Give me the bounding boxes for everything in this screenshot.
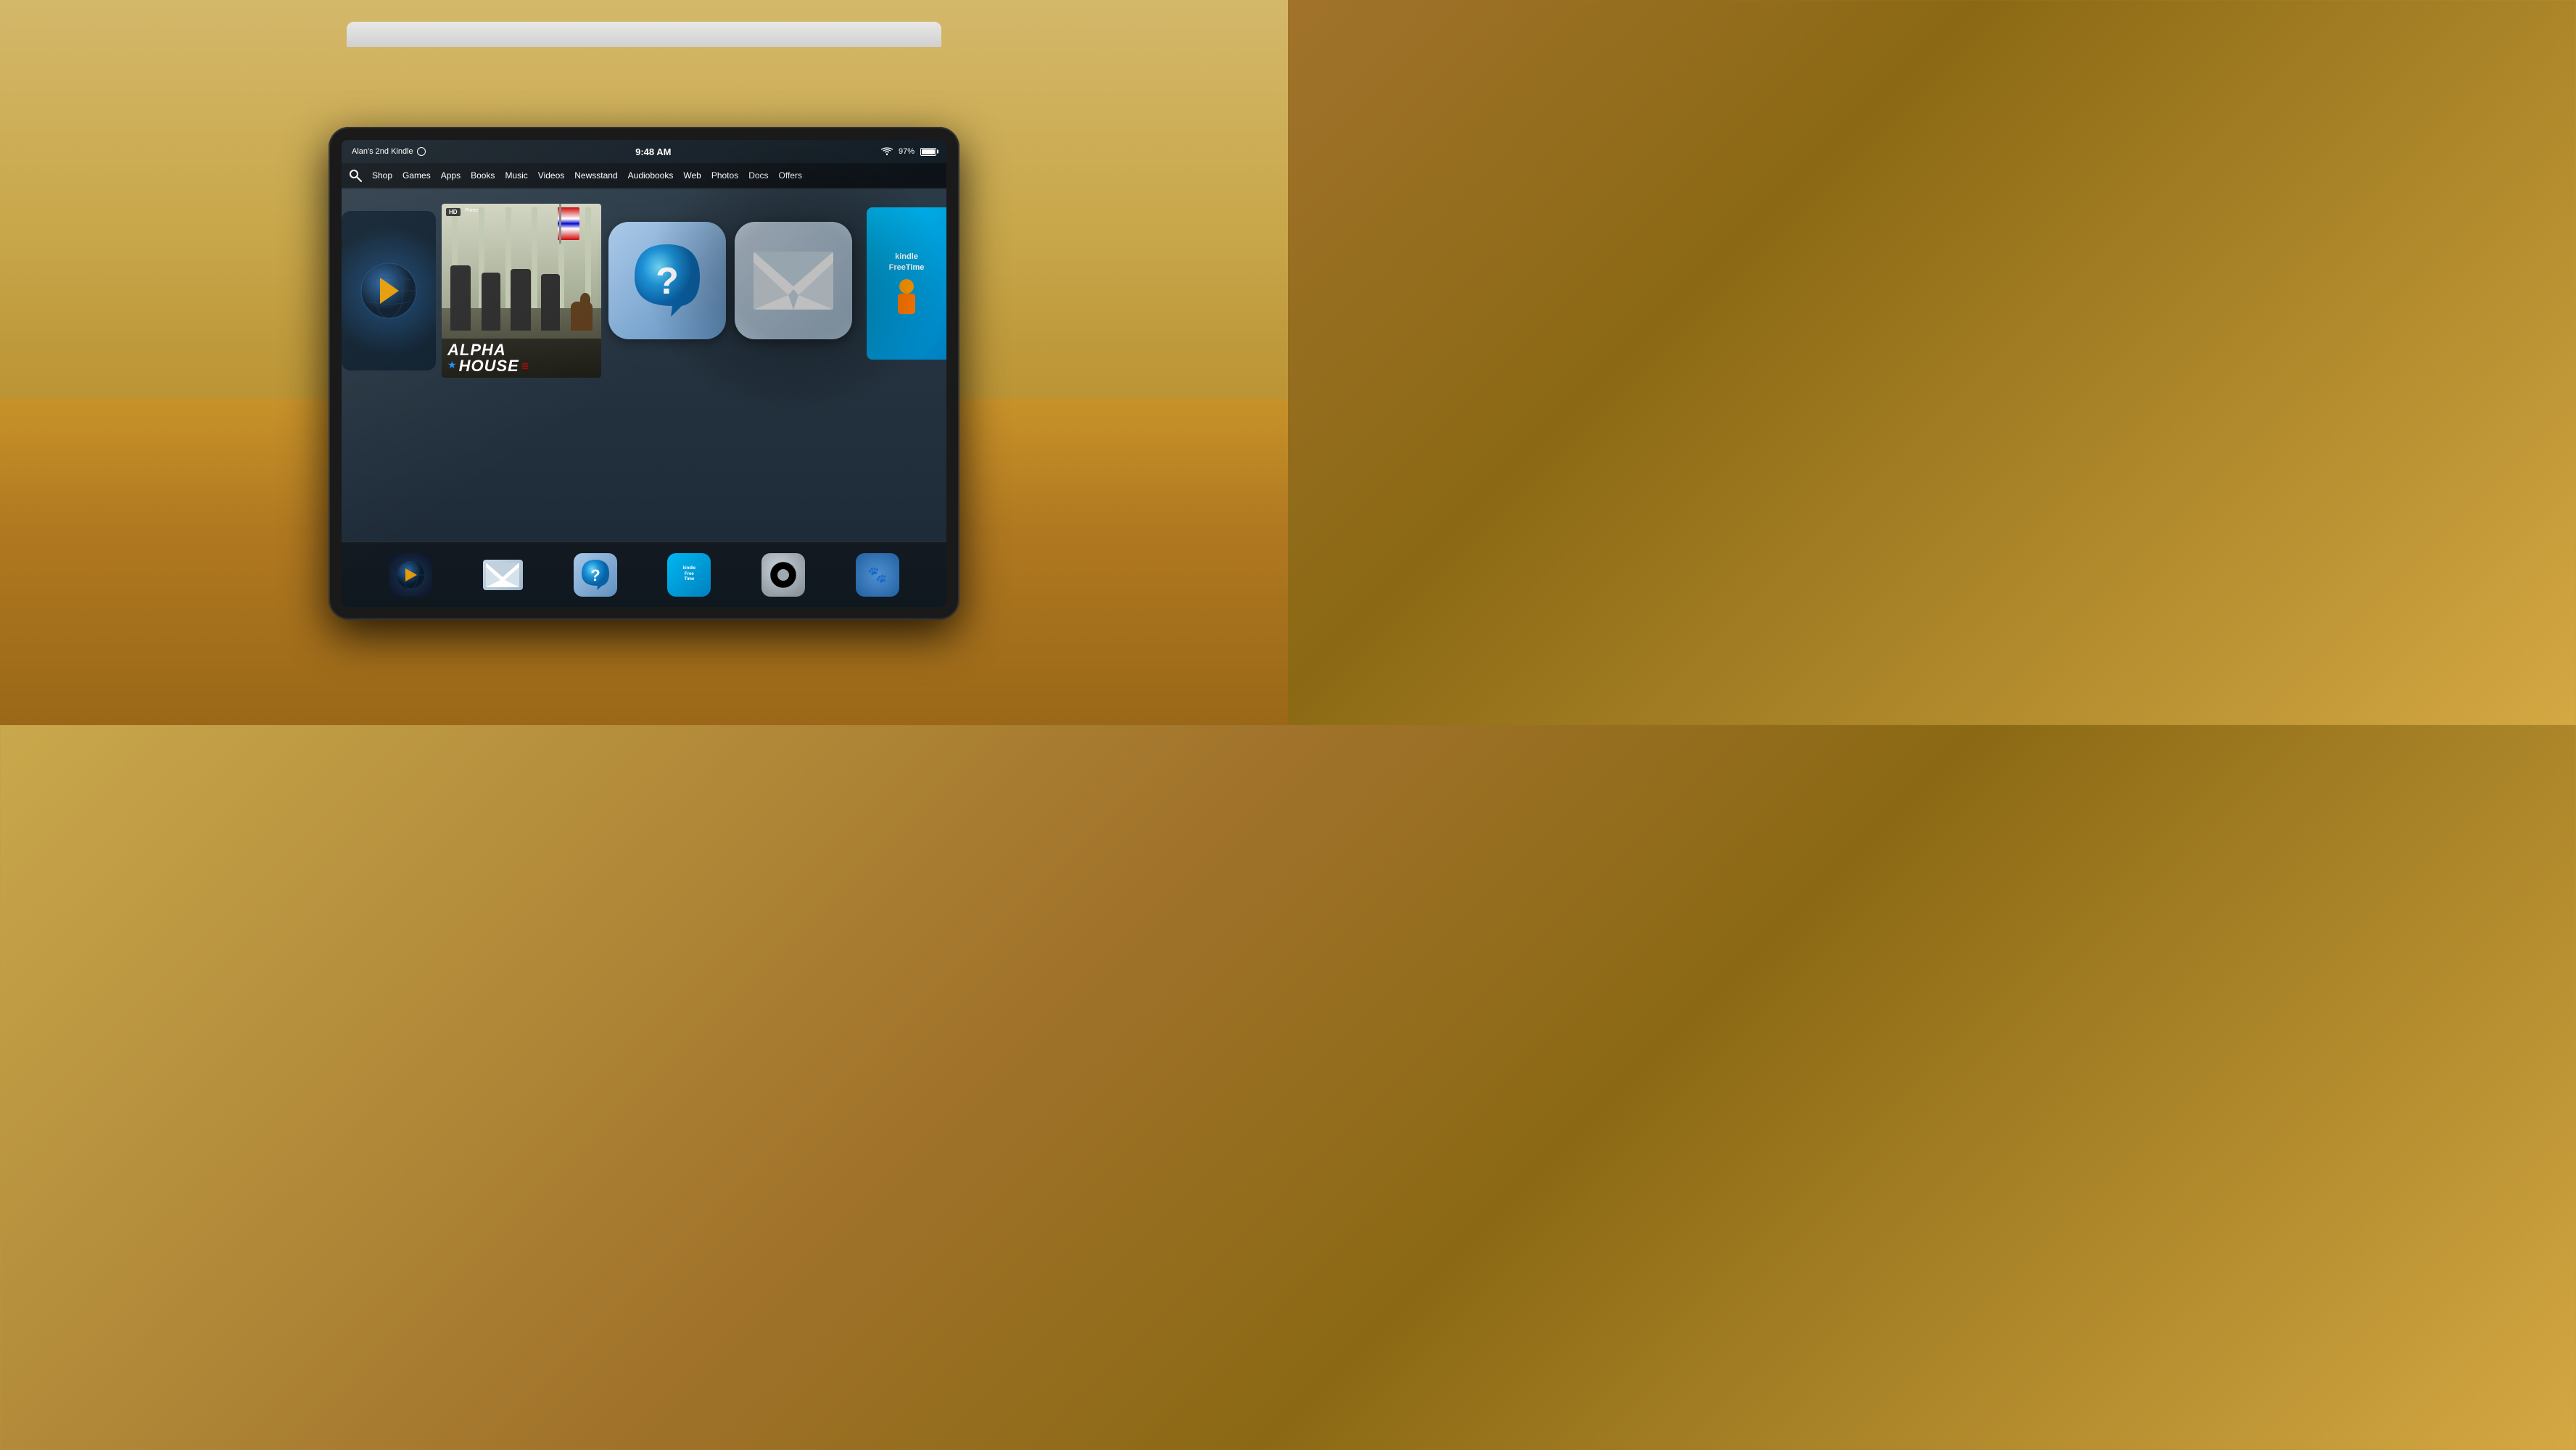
plex-logo-icon [360, 262, 418, 320]
nav-music[interactable]: Music [505, 169, 527, 182]
kindle-freetime-text: kindle FreeTime [889, 252, 925, 274]
nav-photos[interactable]: Photos [711, 169, 738, 182]
prime-badge: Prime [465, 208, 478, 213]
dock-item-pets[interactable]: 🐾 [856, 553, 899, 597]
dock-inbox-icon [486, 563, 519, 587]
alpha-title: ALPHA [447, 342, 595, 358]
dock-item-inbox[interactable] [483, 560, 523, 590]
nav-books[interactable]: Books [471, 169, 495, 182]
mail-carousel-item[interactable] [735, 222, 852, 339]
dock-help-icon: ? [579, 558, 612, 592]
tablet-device: Alan's 2nd Kindle 9:48 AM 97% [329, 127, 959, 620]
house-title: HOUSE [459, 358, 519, 374]
nav-apps[interactable]: Apps [441, 169, 461, 182]
search-icon[interactable] [349, 169, 362, 182]
device-name-display: Alan's 2nd Kindle [352, 147, 426, 156]
svg-text:?: ? [590, 566, 600, 584]
tablet-screen: Alan's 2nd Kindle 9:48 AM 97% [342, 140, 946, 607]
wifi-icon [881, 147, 893, 156]
dock-item-plex[interactable] [389, 553, 432, 597]
content-carousel[interactable]: ALPHA ★ HOUSE ≡ HD Prime [342, 196, 946, 399]
dock-kindle-free-label: kindleFreeTime [683, 566, 695, 583]
nav-offers[interactable]: Offers [779, 169, 802, 182]
nav-web[interactable]: Web [683, 169, 701, 182]
nav-games[interactable]: Games [402, 169, 431, 182]
dock-item-help[interactable]: ? [574, 553, 617, 597]
time-display: 9:48 AM [635, 146, 671, 157]
nav-videos[interactable]: Videos [538, 169, 564, 182]
battery-percent-text: 97% [899, 147, 915, 156]
equal-icon: ≡ [521, 360, 529, 373]
help-carousel-item[interactable]: ? [608, 222, 726, 339]
plex-carousel-item[interactable] [342, 211, 436, 370]
status-right: 97% [881, 147, 936, 156]
svg-text:?: ? [656, 260, 679, 302]
dock-plex-icon [395, 560, 426, 590]
alpha-house-carousel-item[interactable]: ALPHA ★ HOUSE ≡ HD Prime [442, 204, 601, 378]
battery-bar [920, 148, 936, 156]
mail-envelope-icon [754, 252, 833, 310]
nav-audiobooks[interactable]: Audiobooks [628, 169, 674, 182]
dock-pets-icon: 🐾 [867, 567, 887, 583]
tablet-case [347, 22, 941, 47]
dock-item-kindle-free[interactable]: kindleFreeTime [667, 553, 711, 597]
device-name-text: Alan's 2nd Kindle [352, 147, 413, 156]
nav-newsstand[interactable]: Newsstand [574, 169, 617, 182]
status-bar: Alan's 2nd Kindle 9:48 AM 97% [342, 140, 946, 163]
kindle-freetime-carousel-item[interactable]: kindle FreeTime [867, 207, 946, 360]
sync-icon [417, 147, 426, 156]
hd-badge: HD [446, 208, 461, 216]
dock-item-silver-app[interactable] [761, 553, 805, 597]
nav-shop[interactable]: Shop [372, 169, 392, 182]
main-content-area: ALPHA ★ HOUSE ≡ HD Prime [342, 189, 946, 607]
battery-fill [922, 149, 935, 154]
alpha-star-icon: ★ [447, 361, 457, 371]
nav-docs[interactable]: Docs [748, 169, 768, 182]
help-question-icon: ? [627, 241, 707, 320]
bottom-dock: ? kindleFreeTime [342, 542, 946, 607]
dock-silver-icon [768, 560, 798, 590]
navigation-bar: Shop Games Apps Books Music Videos Newss… [342, 163, 946, 188]
